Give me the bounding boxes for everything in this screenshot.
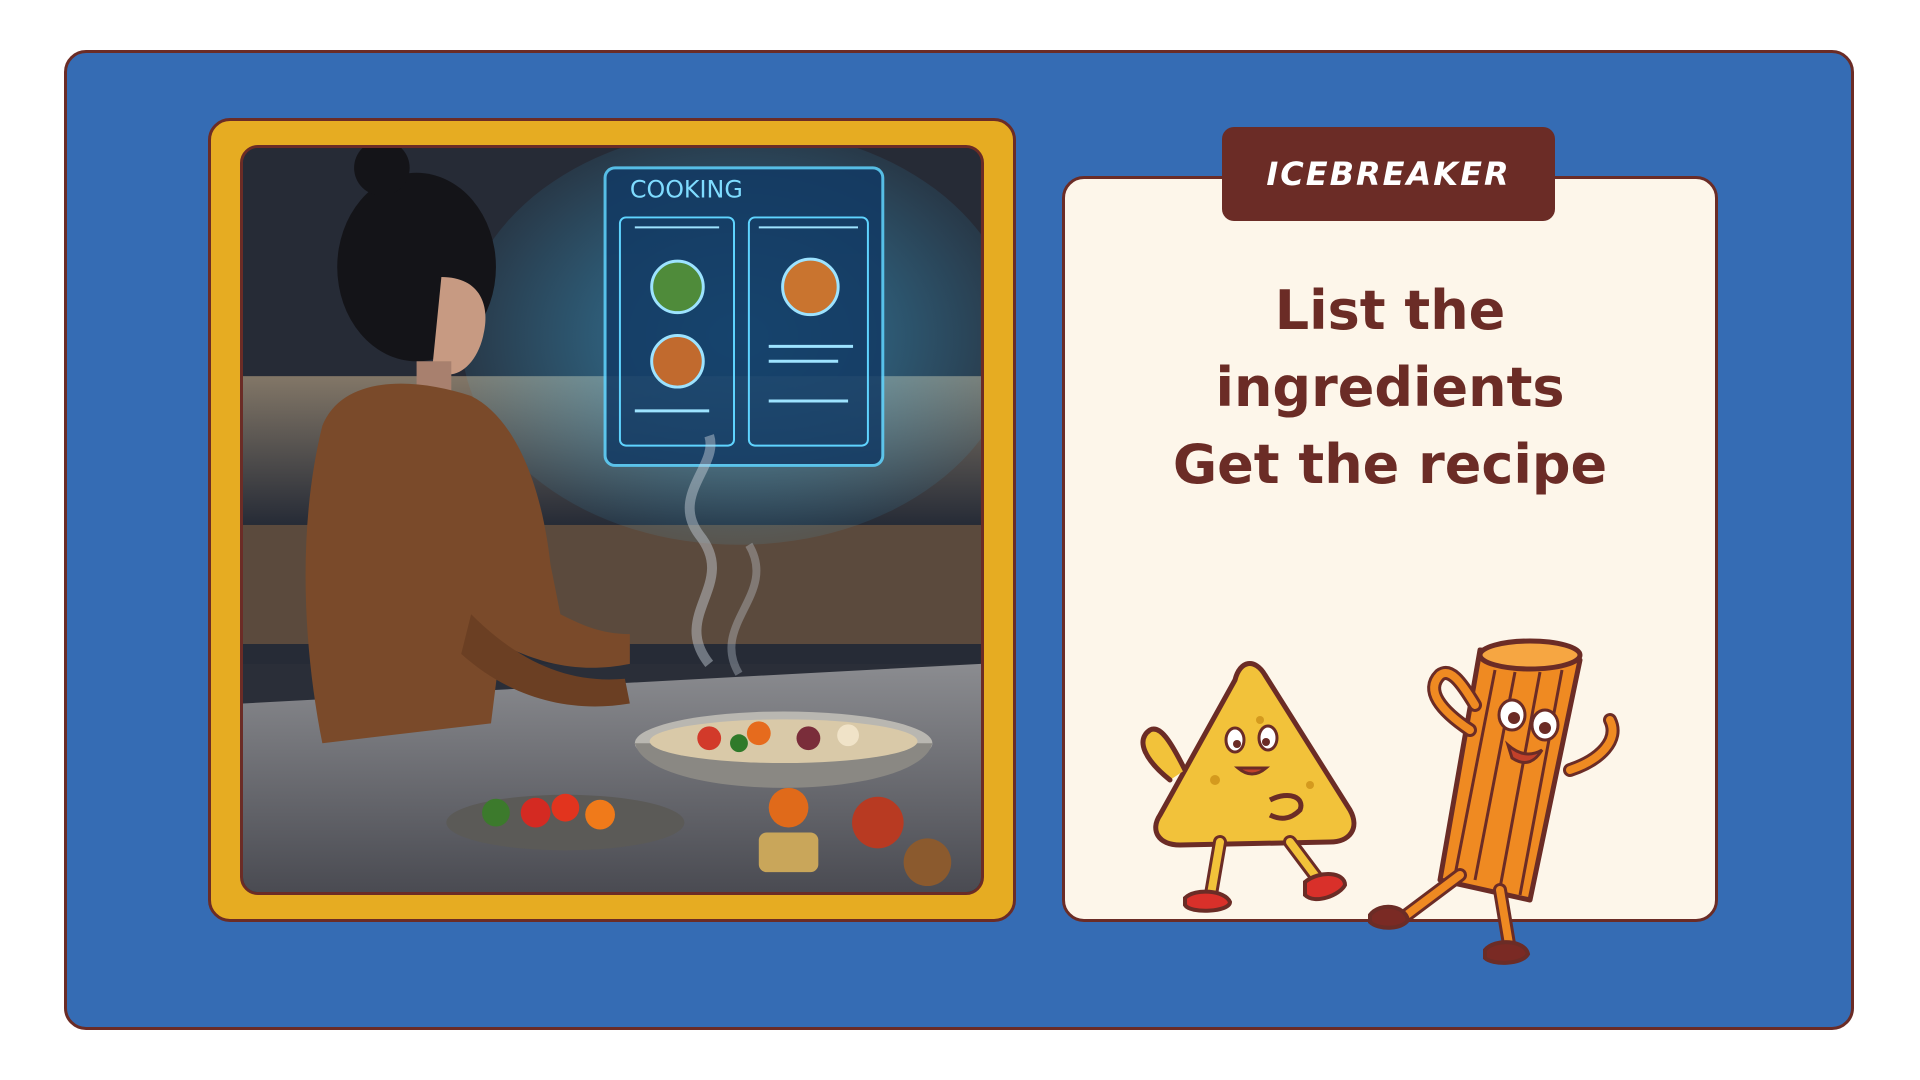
card-headline: List the ingredients Get the recipe [1062, 272, 1718, 503]
headline-line: List the [1274, 279, 1506, 342]
cooking-photo: COOKING [240, 145, 984, 895]
nacho-mascot-icon [1140, 661, 1357, 913]
headline-line: ingredients [1215, 356, 1565, 419]
slide: COOKING ICEBREAKER List the ingredients … [0, 0, 1920, 1080]
cooking-scene-illustration: COOKING [243, 148, 981, 892]
hologram-title: COOKING [630, 176, 743, 204]
mascots-illustration [1140, 638, 1620, 965]
icebreaker-tag: ICEBREAKER [1222, 127, 1555, 221]
churro-mascot-icon [1368, 638, 1620, 965]
headline-line: Get the recipe [1172, 433, 1608, 496]
